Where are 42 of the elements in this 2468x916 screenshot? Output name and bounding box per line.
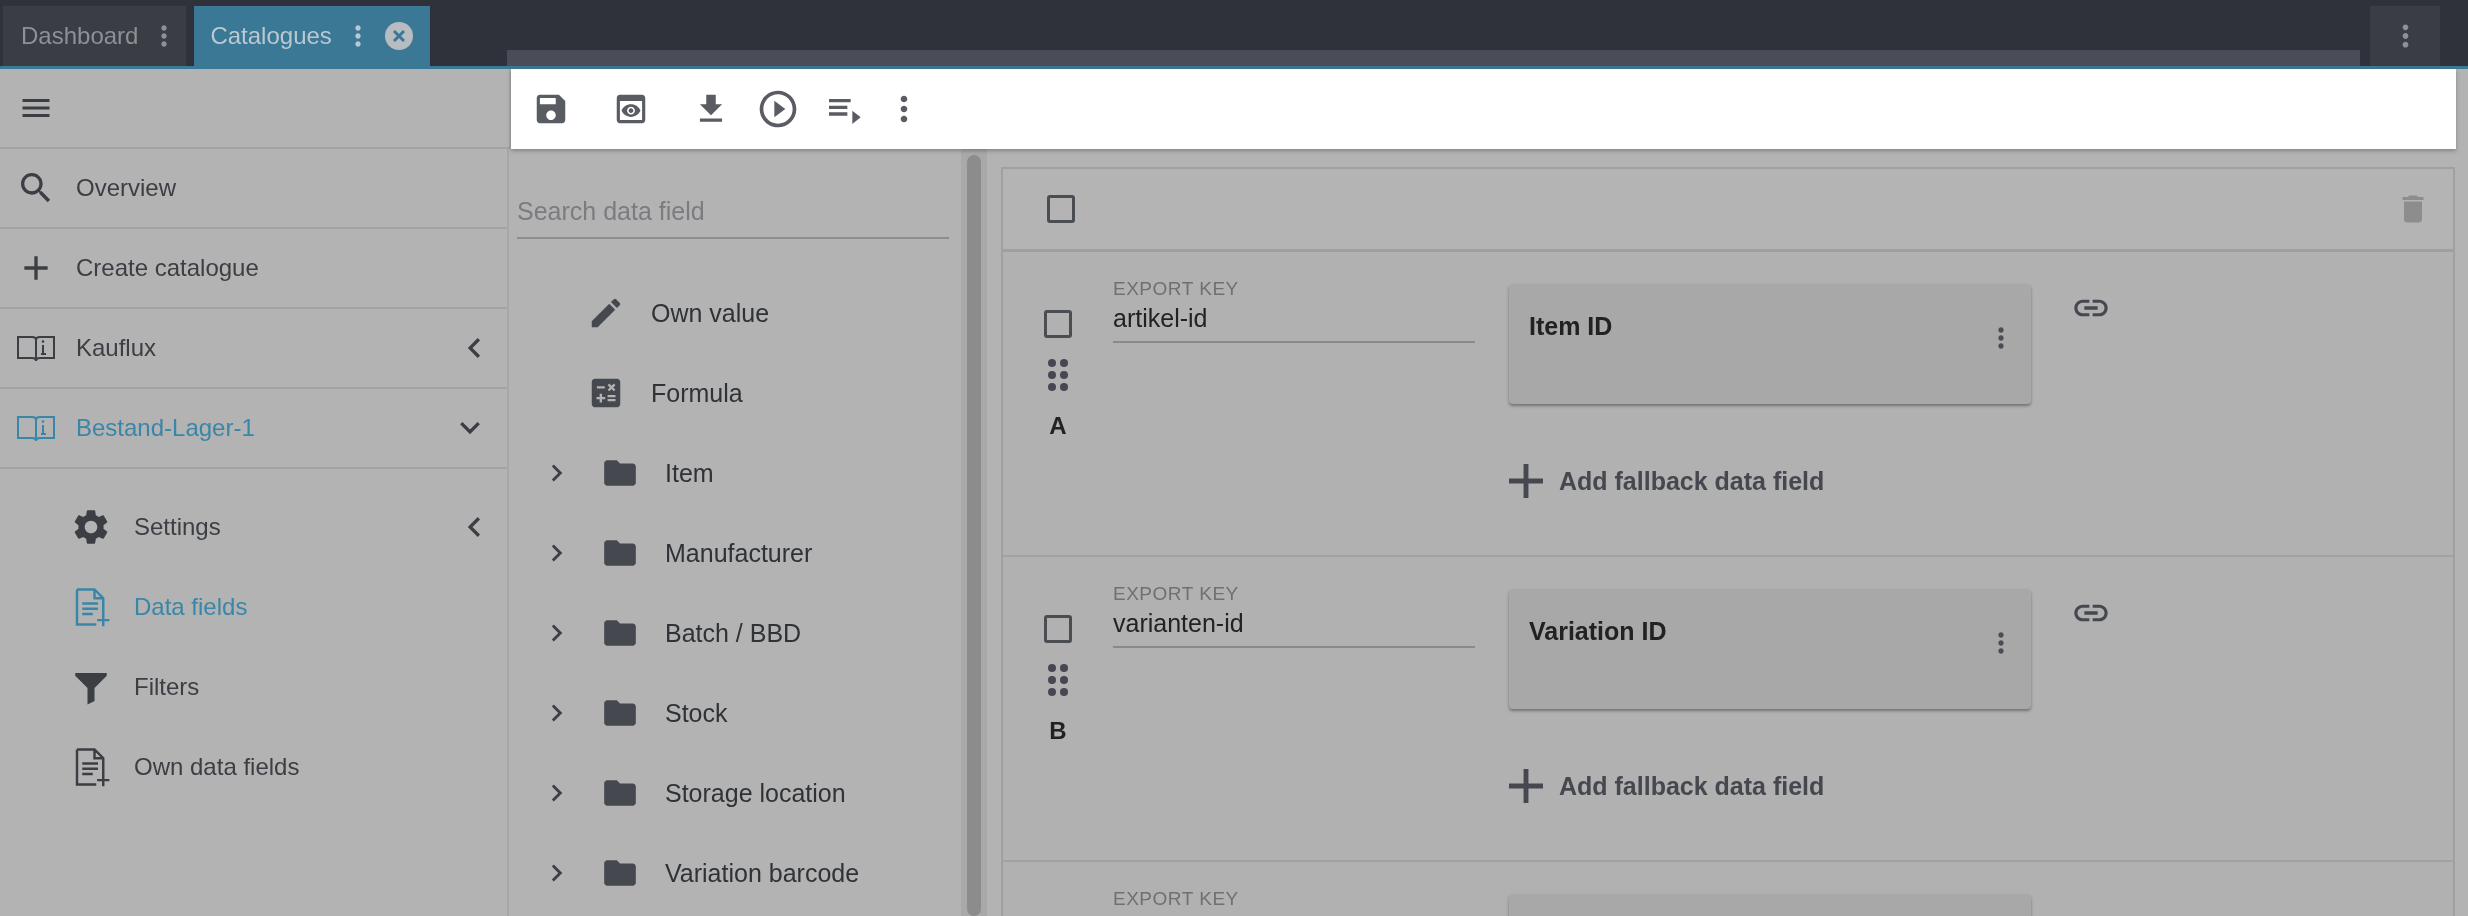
data-field-item[interactable]: Own value [517, 273, 957, 353]
add-fallback-button[interactable]: Add fallback data field [1509, 769, 1825, 803]
sidebar-subitem[interactable]: Own data fields [0, 727, 507, 807]
sidebar-subitem[interactable]: Settings [0, 487, 507, 567]
sidebar-item[interactable]: Overview [0, 149, 507, 229]
scrollbar-thumb[interactable] [967, 155, 981, 916]
tab[interactable]: Dashboard [3, 6, 187, 66]
field-label: EXPORT KEY [1113, 583, 1240, 605]
data-field-card[interactable]: Variation ID [1509, 589, 2031, 709]
column-letter: B [1049, 717, 1067, 745]
checkbox[interactable] [1044, 310, 1072, 338]
drag-handle-icon[interactable] [1047, 663, 1069, 697]
sidebar-item[interactable]: Create catalogue [0, 229, 507, 309]
export-key-field[interactable]: artikel-id [1113, 300, 1475, 343]
more-icon [899, 94, 909, 124]
export-key-field[interactable]: varianten-id [1113, 605, 1475, 648]
data-field-item[interactable]: Manufacturer [517, 513, 957, 593]
more-icon [160, 24, 169, 48]
close-icon[interactable] [383, 21, 414, 51]
sidebar-item[interactable]: Kauflux [0, 309, 507, 389]
data-field-item[interactable]: Batch / BBD [517, 593, 957, 673]
data-field-item[interactable]: Item [517, 433, 957, 513]
data-field-item[interactable]: Variation barcode [517, 833, 957, 913]
sidebar-subitem[interactable]: Filters [0, 647, 507, 727]
data-field-item[interactable]: Formula [517, 353, 957, 433]
data-field-name: Variation ID [1529, 617, 1667, 647]
checkbox[interactable] [1047, 195, 1075, 223]
data-field-card[interactable]: Item ID [1509, 284, 2031, 404]
column-letter: A [1049, 412, 1067, 440]
more-icon [2400, 23, 2410, 49]
plus-icon [1509, 769, 1543, 803]
more-icon [353, 24, 362, 48]
search-field[interactable]: Search data field [517, 179, 949, 239]
data-field-name: Item ID [1529, 312, 1613, 342]
checkbox[interactable] [1044, 615, 1072, 643]
field-label: EXPORT KEY [1113, 888, 1240, 910]
data-field-item[interactable]: Stock [517, 673, 957, 753]
add-fallback-button[interactable]: Add fallback data field [1509, 464, 1825, 498]
field-label: EXPORT KEY [1113, 278, 1240, 300]
data-field-item[interactable]: Storage location [517, 753, 957, 833]
plus-icon [1509, 464, 1543, 498]
drag-handle-icon[interactable] [1047, 358, 1069, 392]
